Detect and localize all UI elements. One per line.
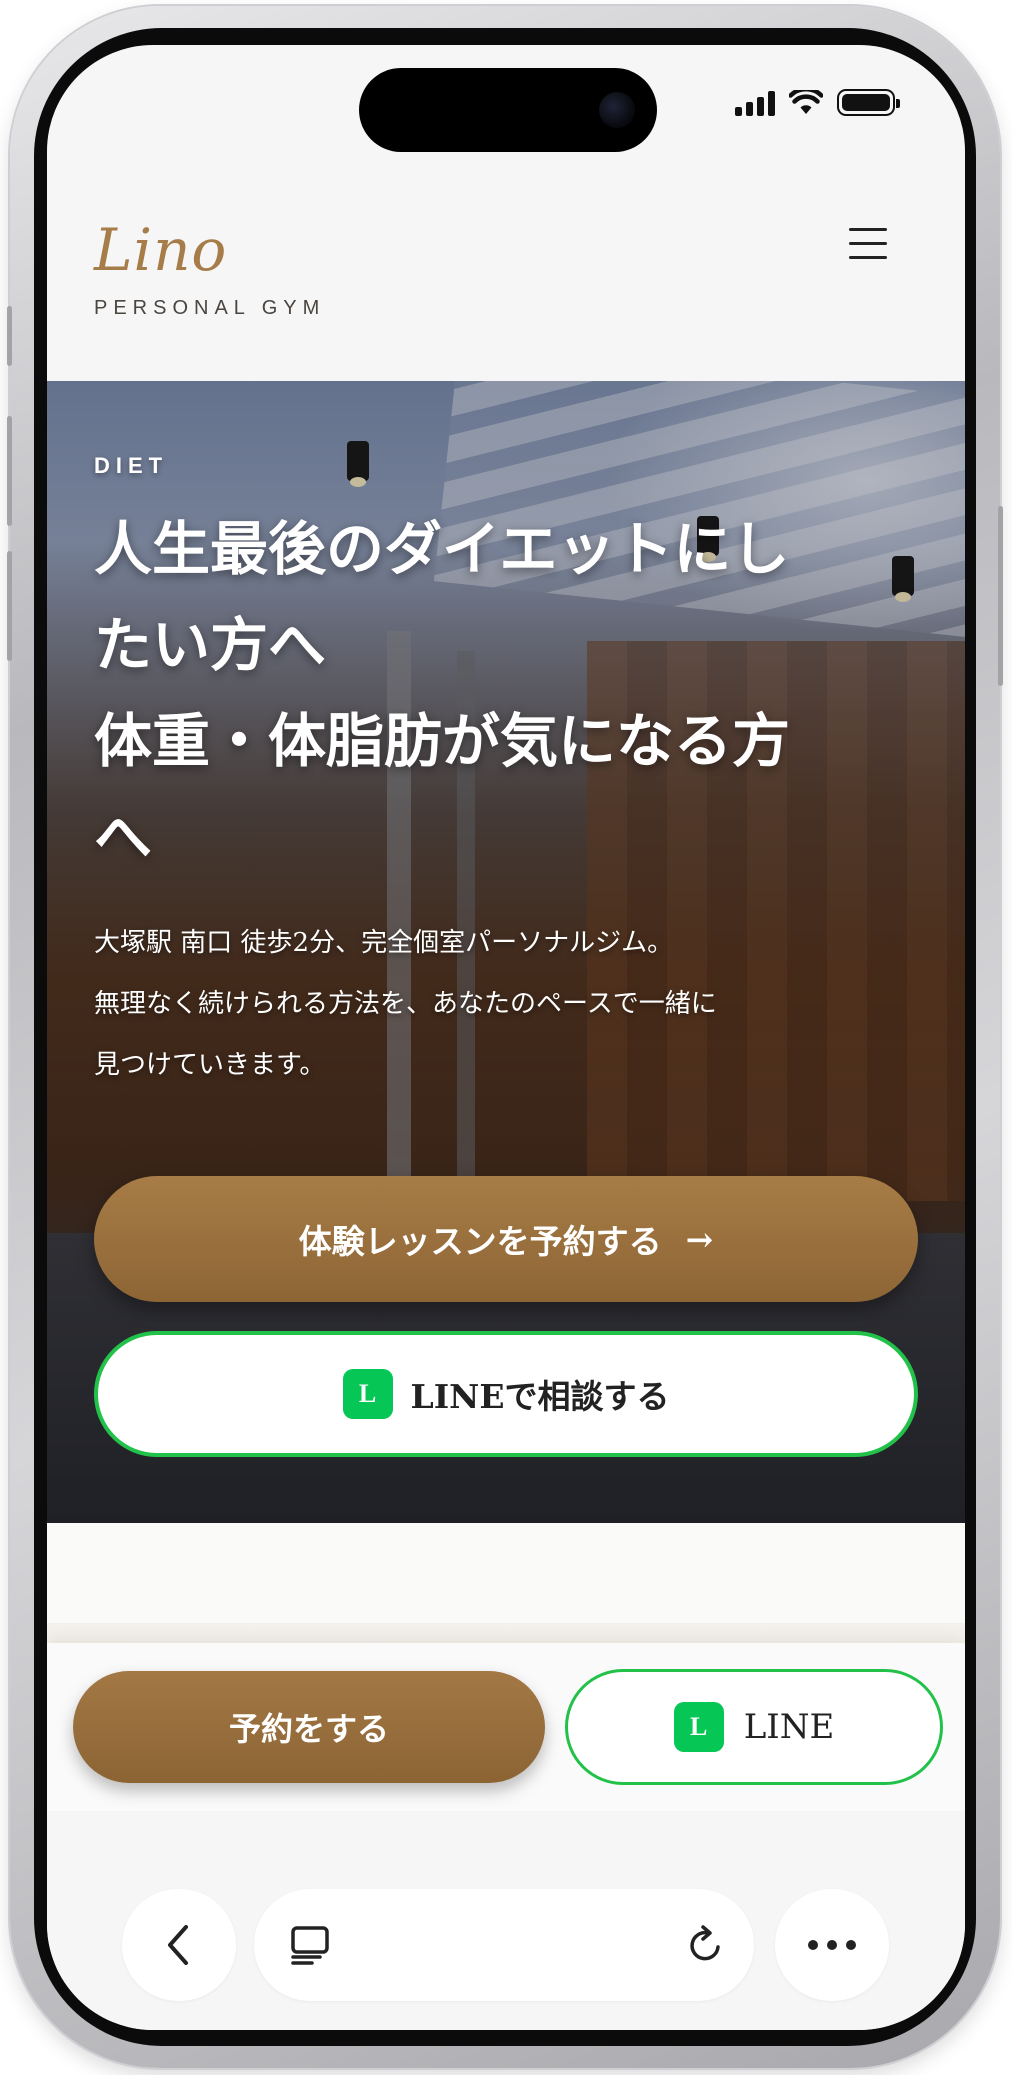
hero-section: DIET 人生最後のダイエットにし たい方へ 体重・体脂肪が気になる方 へ 大塚…	[47, 381, 965, 1523]
front-camera	[599, 92, 635, 128]
site-header: Lino PERSONAL GYM	[47, 165, 965, 381]
hero-lead: 大塚駅 南口 徒歩2分、完全個室パーソナルジム。 無理なく続けられる方法を、あな…	[94, 913, 924, 1096]
action-button	[7, 306, 12, 366]
hero-content: DIET 人生最後のダイエットにし たい方へ 体重・体脂肪が気になる方 へ 大塚…	[94, 453, 924, 1096]
more-button[interactable]	[775, 1889, 889, 2001]
screen: Lino PERSONAL GYM DIET 人生最後のダイエットにし たい方へ…	[47, 45, 965, 2030]
line-button-label: LINEで相談する	[410, 1377, 670, 1416]
volume-down-button	[7, 551, 12, 661]
tabs-icon[interactable]	[290, 1925, 330, 1965]
cellular-signal-icon	[735, 90, 775, 116]
battery-icon	[837, 89, 900, 116]
line-button-label: LINE	[743, 1707, 835, 1747]
line-button[interactable]: L LINE	[565, 1669, 943, 1785]
address-bar[interactable]	[254, 1889, 754, 2001]
hero-eyebrow: DIET	[94, 453, 169, 478]
reserve-button[interactable]: 予約をする	[73, 1671, 545, 1783]
back-button[interactable]	[122, 1889, 236, 2001]
hero-lead-line: 見つけていきます。	[94, 1050, 326, 1080]
more-icon	[808, 1940, 856, 1950]
hero-lead-line: 大塚駅 南口 徒歩2分、完全個室パーソナルジム。	[94, 928, 674, 958]
fixed-cta-bar: 予約をする L LINE	[47, 1643, 965, 1811]
status-icons	[735, 89, 900, 116]
power-button	[998, 506, 1003, 686]
hero-lead-line: 無理なく続けられる方法を、あなたのペースで一緒に	[94, 989, 717, 1019]
line-consult-button[interactable]: L LINEで相談する	[94, 1331, 918, 1457]
hero-title: 人生最後のダイエットにし たい方へ 体重・体脂肪が気になる方 へ	[94, 501, 924, 885]
back-icon	[168, 1925, 188, 1965]
trial-lesson-reserve-button[interactable]: 体験レッスンを予約する →	[94, 1176, 918, 1302]
logo[interactable]: Lino PERSONAL GYM	[94, 221, 325, 320]
reload-icon[interactable]	[686, 1925, 726, 1965]
hero-title-line: たい方へ	[94, 611, 327, 679]
hero-title-line: へ	[94, 803, 153, 871]
hero-title-line: 体重・体脂肪が気になる方	[94, 707, 791, 775]
logo-wordmark: Lino	[94, 216, 228, 284]
line-icon: L	[673, 1702, 724, 1752]
wifi-icon	[789, 89, 823, 114]
dynamic-island	[359, 68, 657, 152]
arrow-right-icon: →	[685, 1219, 714, 1259]
volume-up-button	[7, 416, 12, 526]
reserve-button-label: 体験レッスンを予約する	[298, 1222, 662, 1261]
logo-subtitle: PERSONAL GYM	[94, 297, 326, 319]
browser-toolbar	[47, 1811, 965, 2030]
hamburger-menu-icon[interactable]	[845, 221, 891, 267]
status-bar	[47, 45, 965, 165]
hero-title-line: 人生最後のダイエットにし	[94, 515, 790, 583]
line-icon: L	[342, 1369, 393, 1419]
